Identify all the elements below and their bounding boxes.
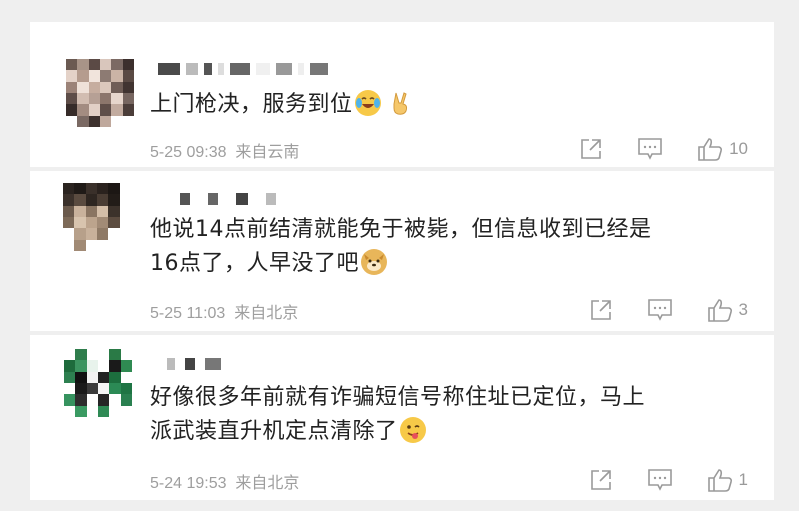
comment-time: 5-24 19:53 <box>150 475 227 492</box>
comment-text-line: 16点了，人早没了吧 <box>150 251 359 276</box>
username-blurred[interactable] <box>180 192 276 206</box>
like-count: 10 <box>729 139 748 158</box>
comment-text-line: 派武装直升机定点清除了 <box>150 419 398 444</box>
share-icon <box>590 470 611 490</box>
share-button[interactable] <box>579 137 603 161</box>
comment-text: 上门枪决，服务到位 <box>150 88 754 122</box>
comment-text-line: 他说14点前结清就能免于被毙，但信息收到已经是 <box>150 217 652 242</box>
comment-card-2: 他说14点前结清就能免于被毙，但信息收到已经是 16点了，人早没了吧 5-25 … <box>30 171 774 331</box>
reply-button[interactable] <box>637 137 663 161</box>
doge-emoji <box>361 249 387 275</box>
share-button[interactable] <box>589 468 613 492</box>
thumbs-up-icon <box>698 138 723 161</box>
like-count: 3 <box>738 300 748 319</box>
like-button[interactable]: 3 <box>707 297 748 323</box>
comment-card-1: 上门枪决，服务到位 5-25 09:38 来自云南 10 <box>30 22 774 167</box>
reply-button[interactable] <box>647 468 673 492</box>
comment-text: 他说14点前结清就能免于被毙，但信息收到已经是 16点了，人早没了吧 <box>150 213 754 281</box>
comment-actions: 1 <box>589 467 748 493</box>
avatar[interactable] <box>66 59 134 127</box>
comment-time: 5-25 11:03 <box>150 305 226 322</box>
comment-time: 5-25 09:38 <box>150 144 227 161</box>
crying-laughing-emoji <box>354 90 381 116</box>
comment-location: 来自北京 <box>234 305 299 322</box>
avatar[interactable] <box>63 183 131 251</box>
comment-text-line: 上门枪决，服务到位 <box>150 92 353 117</box>
comment-meta: 5-25 09:38 来自云南 <box>150 138 299 162</box>
share-button[interactable] <box>589 298 613 322</box>
like-button[interactable]: 1 <box>707 467 748 493</box>
comment-location: 来自云南 <box>235 144 300 161</box>
tongue-face-emoji <box>399 417 426 443</box>
comment-actions: 3 <box>589 297 748 323</box>
thumbs-up-icon <box>707 469 732 492</box>
like-button[interactable]: 10 <box>697 136 748 162</box>
comment-text-line-2: 派武装直升机定点清除了 <box>150 415 754 449</box>
comment-icon <box>647 299 672 321</box>
avatar[interactable] <box>64 349 132 417</box>
comment-icon <box>638 138 662 160</box>
comment-text-line: 好像很多年前就有诈骗短信号称住址已定位，马上 <box>150 385 646 410</box>
reply-button[interactable] <box>647 298 673 322</box>
comment-meta: 5-25 11:03 来自北京 <box>150 299 298 323</box>
thumbs-up-icon <box>707 299 732 322</box>
username-blurred[interactable] <box>167 357 221 371</box>
like-count: 1 <box>738 470 748 489</box>
comment-icon <box>647 469 672 491</box>
username-blurred[interactable] <box>158 62 328 76</box>
share-icon <box>581 139 601 159</box>
share-icon <box>590 300 611 320</box>
comment-meta: 5-24 19:53 来自北京 <box>150 469 299 493</box>
comment-text-line-2: 16点了，人早没了吧 <box>150 247 754 281</box>
comment-location: 来自北京 <box>235 475 300 492</box>
victory-hand-emoji <box>387 90 413 116</box>
comment-text: 好像很多年前就有诈骗短信号称住址已定位，马上 派武装直升机定点清除了 <box>150 381 754 449</box>
comment-actions: 10 <box>579 136 748 162</box>
comment-card-3: 好像很多年前就有诈骗短信号称住址已定位，马上 派武装直升机定点清除了 5-24 … <box>30 335 774 500</box>
